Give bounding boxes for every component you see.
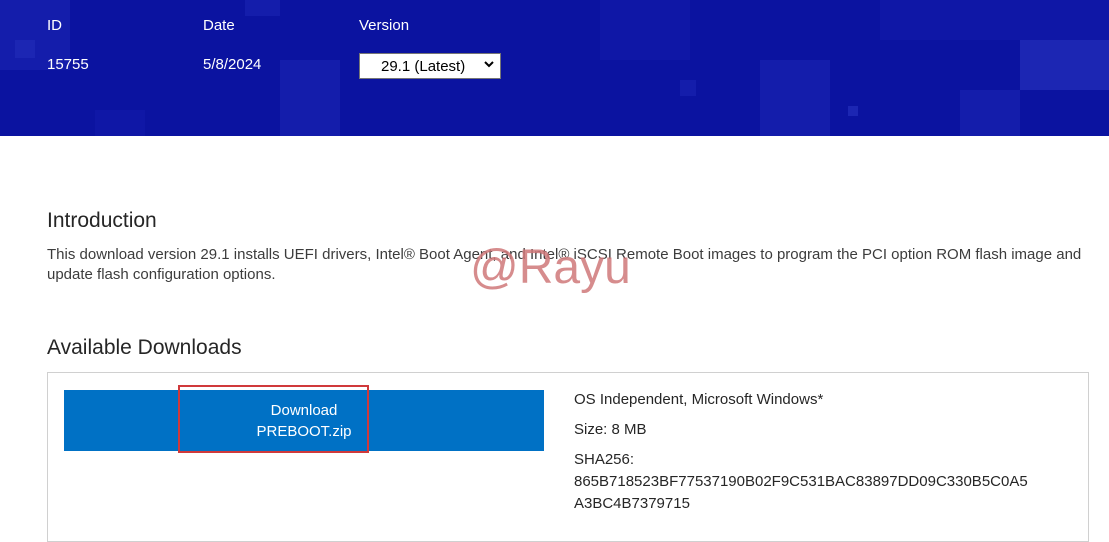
id-header: ID	[47, 17, 62, 34]
banner-decoration	[760, 60, 830, 136]
downloads-heading: Available Downloads	[47, 336, 242, 359]
hero-banner: ID Date Version 15755 5/8/2024 29.1 (Lat…	[0, 0, 1109, 136]
banner-decoration	[95, 110, 145, 136]
size-info: Size: 8 MB	[574, 421, 647, 438]
version-header: Version	[359, 17, 410, 34]
banner-decoration	[1020, 40, 1109, 90]
highlight-annotation	[178, 385, 369, 453]
banner-decoration	[880, 0, 1109, 40]
sha-value-line1: 865B718523BF77537190B02F9C531BAC83897DD0…	[574, 473, 1028, 490]
version-select-value: 29.1 (Latest)	[381, 58, 466, 75]
sha-label: SHA256:	[574, 451, 635, 468]
date-header: Date	[203, 17, 235, 34]
banner-decoration	[15, 40, 35, 58]
watermark: @Rayu	[470, 241, 631, 294]
id-value: 15755	[47, 56, 89, 73]
banner-decoration	[680, 80, 696, 96]
banner-decoration	[960, 90, 1020, 136]
chevron-down-icon	[484, 61, 494, 68]
banner-decoration	[280, 60, 340, 136]
sha-value-line2: A3BC4B7379715	[574, 495, 690, 512]
banner-decoration	[245, 0, 280, 16]
introduction-heading: Introduction	[47, 209, 157, 232]
banner-decoration	[600, 0, 690, 60]
os-info: OS Independent, Microsoft Windows*	[574, 391, 824, 408]
date-value: 5/8/2024	[203, 56, 262, 73]
version-select[interactable]: 29.1 (Latest)	[359, 53, 501, 79]
banner-decoration	[848, 106, 858, 116]
